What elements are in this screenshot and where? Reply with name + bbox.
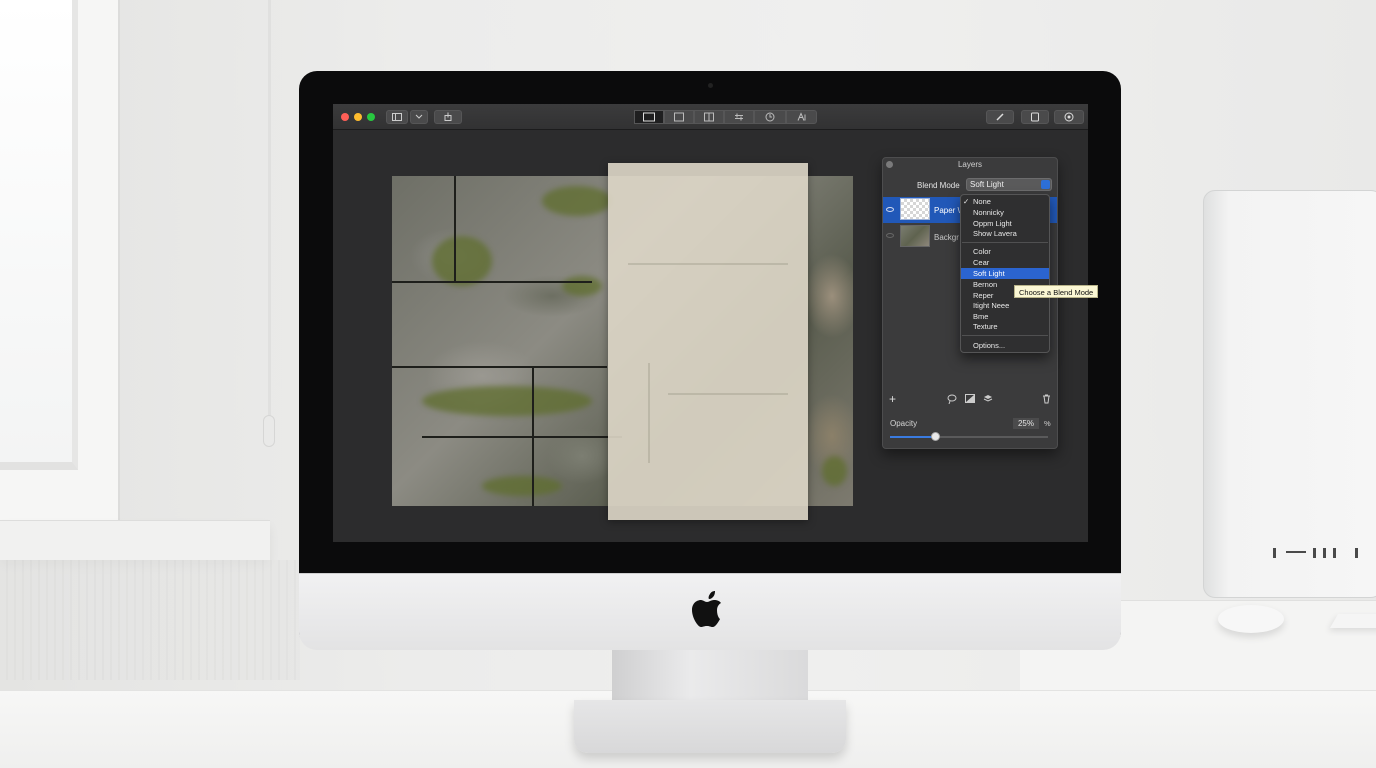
moss-patch xyxy=(562,276,602,296)
menu-item-options[interactable]: Options... xyxy=(973,341,1005,350)
moss-patch xyxy=(542,186,612,216)
layer-name: Backgr xyxy=(934,233,959,242)
minimize-window-button[interactable] xyxy=(354,113,362,121)
history-icon xyxy=(765,112,775,122)
menu-item[interactable]: Cear xyxy=(973,258,989,267)
imac-stand xyxy=(612,650,808,706)
moss-patch xyxy=(422,386,592,416)
stone-crack xyxy=(392,281,592,283)
layer-name-text: Paper xyxy=(934,206,956,215)
layer-thumbnail xyxy=(900,225,930,247)
add-layer-icon[interactable]: + xyxy=(889,392,896,406)
opacity-label: Opacity xyxy=(890,419,918,428)
tower-port xyxy=(1323,548,1326,558)
paper-texture xyxy=(628,263,788,265)
info-button[interactable] xyxy=(1054,110,1084,124)
opacity-value-field[interactable]: 25% xyxy=(1013,418,1039,429)
canvas-paper-layer[interactable] xyxy=(608,163,808,520)
view-menu-button[interactable] xyxy=(410,110,428,124)
crop-icon xyxy=(674,112,684,122)
blend-mode-label: Blend Mode xyxy=(917,181,960,190)
close-window-button[interactable] xyxy=(341,113,349,121)
split-icon xyxy=(704,112,714,122)
moss-patch xyxy=(822,456,847,486)
menu-item-texture[interactable]: Texture xyxy=(973,322,998,331)
menu-item[interactable]: Bme xyxy=(973,312,988,321)
stone-crack xyxy=(422,436,622,438)
tool-crop[interactable] xyxy=(664,110,694,124)
sidebar-toggle-button[interactable] xyxy=(386,110,408,124)
brush-icon xyxy=(996,113,1004,121)
select-icon xyxy=(643,112,655,122)
opacity-unit: % xyxy=(1044,419,1051,428)
paper-texture xyxy=(648,363,650,463)
mouse xyxy=(1218,605,1284,633)
stack-icon[interactable] xyxy=(983,394,993,403)
adjust-icon xyxy=(735,113,743,121)
room-window-glass xyxy=(0,0,78,470)
layer-name: Paper \ xyxy=(934,206,960,215)
opacity-slider-knob[interactable] xyxy=(931,432,940,441)
menu-separator xyxy=(962,242,1048,243)
trash-icon[interactable] xyxy=(1042,394,1051,404)
blind-cord xyxy=(268,0,271,430)
layers-icon xyxy=(1031,112,1039,122)
checkmark-icon: ✓ xyxy=(963,197,970,206)
tool-split[interactable] xyxy=(694,110,724,124)
tower-port xyxy=(1333,548,1336,558)
blend-mode-value: Soft Light xyxy=(970,180,1004,189)
moss-patch xyxy=(482,476,562,496)
menu-item[interactable]: Nonnicky xyxy=(973,208,1004,217)
blind-cord-tip xyxy=(263,415,275,447)
share-button[interactable] xyxy=(434,110,462,124)
menu-item[interactable]: Bernon xyxy=(973,280,997,289)
eye-icon[interactable] xyxy=(886,207,894,212)
menu-item[interactable]: Show Lavera xyxy=(973,229,1017,238)
imac-camera xyxy=(708,83,713,88)
opacity-slider-fill xyxy=(890,436,935,438)
sidebar-icon xyxy=(392,113,402,121)
select-arrows-icon xyxy=(1041,180,1050,189)
menu-item-soft-light[interactable]: Soft Light xyxy=(973,269,1005,278)
imac-stand-foot xyxy=(574,700,846,753)
tower-slot xyxy=(1286,551,1306,553)
info-icon xyxy=(1064,112,1074,122)
moss-patch xyxy=(432,236,492,286)
tower-port xyxy=(1273,548,1276,558)
zoom-window-button[interactable] xyxy=(367,113,375,121)
layers-button[interactable] xyxy=(1021,110,1049,124)
tooltip: Choose a Blend Mode xyxy=(1014,285,1099,298)
panel-title: Layers xyxy=(957,160,982,169)
stone-crack xyxy=(392,366,607,368)
keyboard xyxy=(1329,614,1376,628)
radiator xyxy=(0,560,300,680)
text-icon xyxy=(797,112,805,121)
tool-adjust[interactable] xyxy=(724,110,754,124)
apple-logo-icon xyxy=(692,591,721,627)
chevron-down-icon xyxy=(415,114,423,119)
stone-crack xyxy=(454,176,456,281)
window-sill xyxy=(0,520,270,560)
menu-item[interactable]: Reper xyxy=(973,291,993,300)
menu-separator xyxy=(962,335,1048,336)
mask-icon[interactable] xyxy=(965,394,975,403)
tool-history[interactable] xyxy=(754,110,786,124)
tower-port xyxy=(1313,548,1316,558)
tool-text[interactable] xyxy=(786,110,817,124)
menu-item[interactable]: Itight Neee xyxy=(973,301,1009,310)
menu-item-color[interactable]: Color xyxy=(973,247,991,256)
menu-item-none[interactable]: None xyxy=(973,197,991,206)
brush-button[interactable] xyxy=(986,110,1014,124)
menu-item[interactable]: Oppm Light xyxy=(973,219,1012,228)
lasso-icon[interactable] xyxy=(947,394,957,404)
tool-select[interactable] xyxy=(634,110,664,124)
computer-tower xyxy=(1203,190,1376,598)
eye-hidden-icon[interactable] xyxy=(886,233,894,238)
share-icon xyxy=(444,112,452,121)
paper-texture xyxy=(668,393,788,395)
tower-port xyxy=(1355,548,1358,558)
layer-thumbnail xyxy=(900,198,930,220)
